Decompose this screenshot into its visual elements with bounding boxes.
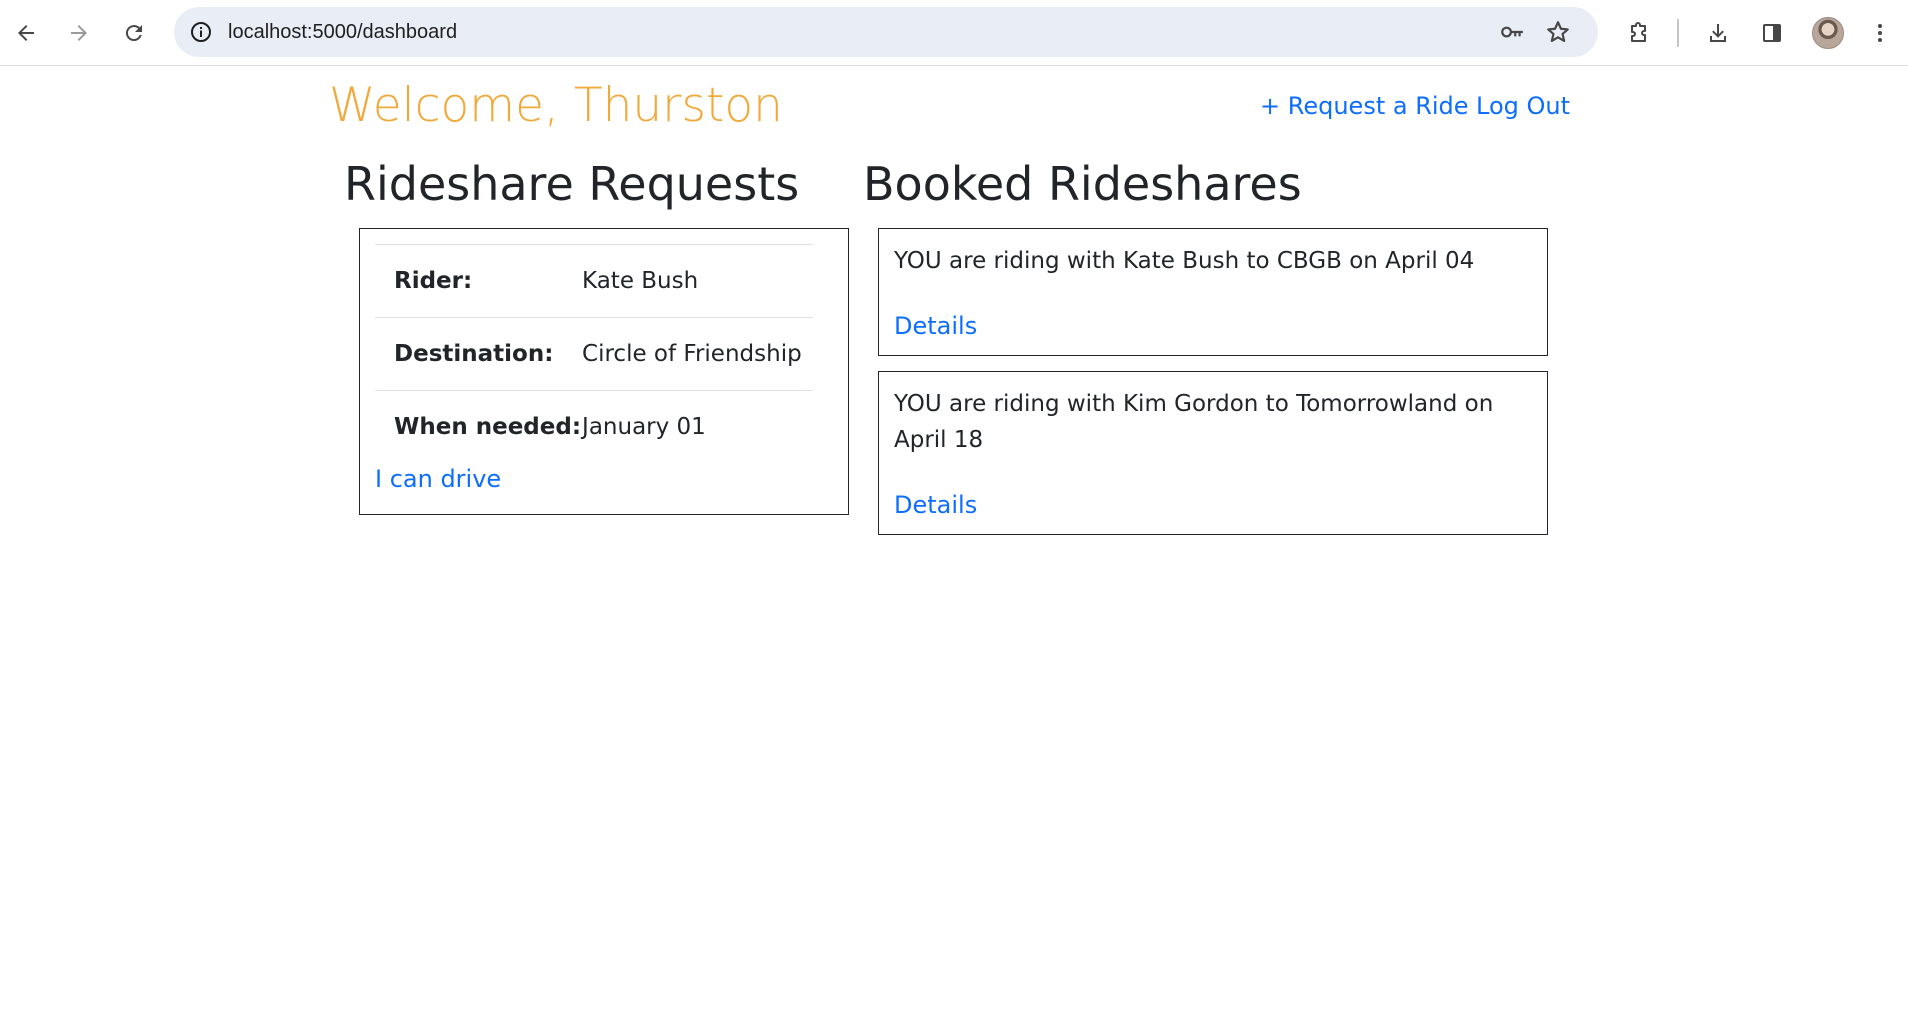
request-details-table: Rider: Kate Bush Destination: Circle of …	[375, 244, 813, 464]
browser-menu-button[interactable]	[1860, 13, 1900, 53]
logout-link[interactable]: Log Out	[1476, 88, 1570, 124]
reload-icon	[125, 25, 142, 42]
table-row: Destination: Circle of Friendship	[375, 317, 813, 391]
rider-label: Rider:	[375, 244, 583, 318]
forward-button[interactable]	[59, 13, 99, 53]
rider-value: Kate Bush	[582, 244, 813, 318]
booked-title: Booked Rideshares	[863, 157, 1302, 211]
booked-ride-card: YOU are riding with Kate Bush to CBGB on…	[878, 228, 1548, 356]
arrow-right-icon	[71, 25, 87, 41]
downloads-button[interactable]	[1698, 13, 1738, 53]
key-icon[interactable]	[1497, 17, 1527, 47]
side-panel-icon	[1763, 24, 1781, 42]
star-icon[interactable]	[1543, 17, 1573, 47]
address-bar[interactable]: localhost:5000/dashboard	[174, 7, 1598, 57]
extensions-button[interactable]	[1619, 13, 1659, 53]
booked-ride-text: YOU are riding with Kim Gordon to Tomorr…	[894, 391, 1494, 453]
when-needed-value: January 01	[582, 390, 813, 464]
side-panel-button[interactable]	[1752, 13, 1792, 53]
when-needed-label: When needed:	[375, 390, 583, 464]
destination-value: Circle of Friendship	[582, 317, 813, 391]
details-link[interactable]: Details	[894, 488, 977, 522]
request-ride-link[interactable]: + Request a Ride	[1260, 88, 1469, 124]
puzzle-icon	[1631, 22, 1646, 42]
request-card: Rider: Kate Bush Destination: Circle of …	[359, 228, 849, 515]
url-text[interactable]: localhost:5000/dashboard	[228, 7, 457, 57]
info-icon[interactable]	[188, 19, 214, 45]
requests-title: Rideshare Requests	[344, 157, 800, 211]
destination-label: Destination:	[375, 317, 583, 391]
details-link[interactable]: Details	[894, 309, 977, 343]
i-can-drive-link[interactable]: I can drive	[375, 462, 501, 496]
back-button[interactable]	[6, 13, 46, 53]
arrow-left-icon	[18, 25, 34, 41]
booked-ride-card: YOU are riding with Kim Gordon to Tomorr…	[878, 371, 1548, 535]
avatar[interactable]	[1812, 17, 1844, 49]
browser-toolbar: localhost:5000/dashboard	[0, 0, 1908, 66]
kebab-menu-icon	[1878, 24, 1882, 42]
table-row: When needed: January 01	[375, 390, 813, 464]
welcome-heading: Welcome, Thurston	[329, 78, 783, 133]
booked-ride-text: YOU are riding with Kate Bush to CBGB on…	[894, 248, 1475, 274]
table-row: Rider: Kate Bush	[375, 244, 813, 318]
toolbar-divider	[1677, 19, 1679, 47]
download-icon	[1710, 24, 1726, 42]
reload-button[interactable]	[114, 13, 154, 53]
